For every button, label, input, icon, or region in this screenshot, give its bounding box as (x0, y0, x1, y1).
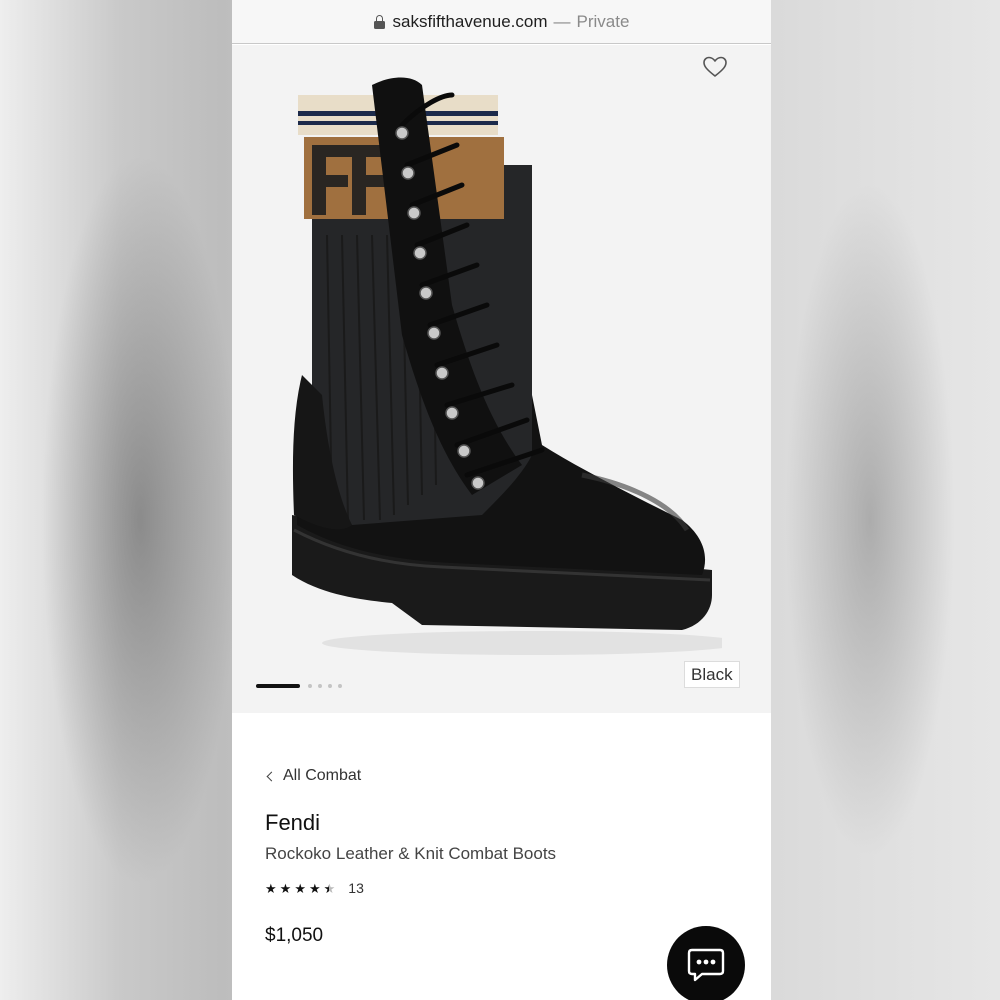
star-full-icon: ★ (294, 880, 306, 896)
chevron-left-icon (266, 771, 277, 782)
chat-button[interactable] (667, 926, 745, 1000)
pager-dot[interactable] (318, 684, 322, 688)
product-title: Rockoko Leather & Knit Combat Boots (265, 844, 557, 863)
lock-icon (373, 14, 385, 29)
pager-dot[interactable] (338, 684, 342, 688)
star-full-icon: ★ (279, 880, 292, 896)
url-bar[interactable]: saksfifthavenue.com — Private (232, 0, 771, 44)
boot-product-image (292, 77, 722, 655)
breadcrumb-label[interactable]: All Combat (283, 767, 361, 785)
url-domain: saksfifthavenue.com (392, 11, 548, 31)
product-rating[interactable]: ★ ★ ★ ★ ★★ 13 (265, 880, 364, 896)
selected-color-label[interactable]: Black (684, 661, 740, 688)
review-count[interactable]: 13 (348, 880, 364, 896)
private-mode-label: Private (576, 11, 630, 31)
pager-dot[interactable] (308, 684, 312, 688)
phone-screen: saksfifthavenue.com — Private Black All … (232, 0, 771, 1000)
star-full-icon: ★ (308, 880, 321, 896)
image-pager[interactable] (256, 683, 342, 689)
pager-active-indicator[interactable] (256, 684, 300, 688)
star-half-icon: ★★ (323, 880, 336, 896)
product-price: $1,050 (265, 925, 324, 946)
brand-name[interactable]: Fendi (265, 810, 320, 836)
product-info: All Combat Fendi Rockoko Leather & Knit … (232, 713, 771, 1000)
chat-bubble-icon (687, 948, 725, 982)
pager-dot[interactable] (328, 684, 332, 688)
breadcrumb[interactable]: All Combat (266, 767, 361, 785)
url-separator: — (553, 11, 571, 31)
product-image-gallery[interactable]: Black (232, 45, 771, 713)
star-full-icon: ★ (265, 880, 277, 896)
